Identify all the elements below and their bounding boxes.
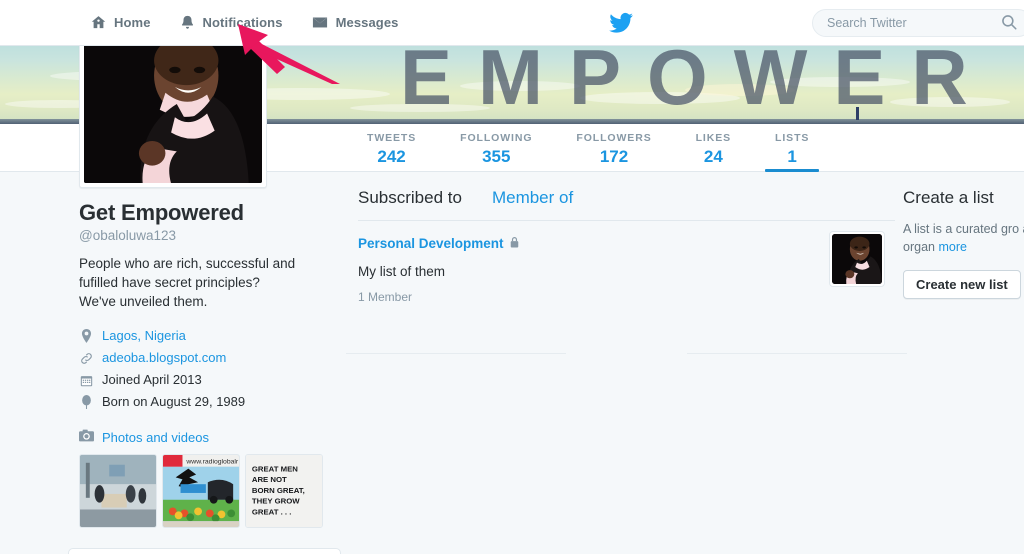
tab-subscribed-to[interactable]: Subscribed to (358, 188, 462, 208)
list-item-title-link[interactable]: Personal Development (358, 236, 520, 251)
stat-followers-label: FOLLOWERS (576, 132, 652, 144)
avatar-image (84, 27, 262, 183)
search-input[interactable] (812, 9, 1024, 37)
stat-likes-label: LIKES (695, 132, 732, 144)
banner-mast-detail (856, 107, 859, 120)
thumbnail-radio-global-billboard[interactable]: www.radioglobalr (162, 454, 240, 528)
nav-item-messages[interactable]: Messages (297, 0, 413, 45)
svg-text:GREAT MEN: GREAT MEN (252, 465, 298, 474)
banner-overlay-text: EMPOWER (400, 46, 994, 121)
divider-line-left (346, 353, 566, 354)
primary-nav: Home Notifications Messages (76, 0, 413, 45)
profile-birthday-text: Born on August 29, 1989 (102, 394, 246, 409)
stat-tweets-label: TWEETS (367, 132, 417, 144)
avatar[interactable] (79, 22, 267, 188)
svg-text:THEY GROW: THEY GROW (252, 497, 300, 506)
stat-tweets-value: 242 (377, 147, 406, 166)
twitter-profile-page: Home Notifications Messages Search Twitt… (0, 0, 1024, 554)
create-new-list-button[interactable]: Create new list (903, 270, 1021, 299)
home-icon (90, 14, 107, 31)
tab-member-of[interactable]: Member of (492, 188, 573, 208)
profile-birthday: Born on August 29, 1989 (79, 391, 341, 413)
stat-following[interactable]: FOLLOWING 355 (438, 124, 554, 172)
twitter-bird-divider-icon (612, 341, 641, 365)
location-pin-icon (79, 329, 94, 344)
list-item-avatar[interactable] (829, 231, 885, 287)
stat-likes[interactable]: LIKES 24 (674, 124, 753, 172)
envelope-icon (311, 14, 329, 31)
camera-icon (79, 429, 94, 445)
svg-text:ARE NOT: ARE NOT (252, 475, 287, 484)
profile-sidebar: Get Empowered @obaloluwa123 People who a… (79, 200, 341, 528)
profile-bio: People who are rich, successful and fufi… (79, 256, 296, 309)
create-list-description: A list is a curated gro a great way to o… (903, 220, 1024, 256)
profile-website[interactable]: adeoba.blogspot.com (79, 347, 341, 369)
stat-following-value: 355 (482, 147, 511, 166)
top-navigation-bar: Home Notifications Messages Search Twitt… (0, 0, 1024, 46)
create-list-sidebar: Create a list A list is a curated gro a … (903, 188, 1024, 299)
list-item-avatar-image (832, 234, 882, 284)
stat-following-label: FOLLOWING (460, 132, 533, 144)
nav-item-notifications-label: Notifications (202, 15, 283, 30)
list-item-description: My list of them (358, 264, 446, 279)
photos-and-videos-link[interactable]: Photos and videos (79, 429, 341, 445)
profile-joined-date-text: Joined April 2013 (102, 372, 202, 387)
nav-item-notifications[interactable]: Notifications (165, 0, 297, 45)
stat-followers-value: 172 (599, 147, 629, 166)
lists-main-column: Subscribed to Member of Personal Develop… (346, 188, 907, 370)
balloon-icon (79, 395, 94, 410)
thumbnail-quote-card[interactable]: GREAT MEN ARE NOT BORN GREAT, THEY GROW … (245, 454, 323, 528)
nav-item-home[interactable]: Home (76, 0, 165, 45)
lock-icon (509, 236, 520, 251)
profile-screenname: @obaloluwa123 (79, 228, 177, 243)
svg-text:www.radioglobalr: www.radioglobalr (185, 459, 239, 466)
lists-bird-divider (346, 336, 907, 370)
profile-stats: TWEETS 242 FOLLOWING 355 FOLLOWERS 172 L… (345, 124, 831, 172)
lists-tab-bar: Subscribed to Member of (358, 188, 895, 220)
twitter-bird-logo[interactable] (608, 10, 634, 36)
svg-text:BORN GREAT,: BORN GREAT, (252, 486, 305, 495)
stat-lists[interactable]: LISTS 1 (753, 124, 831, 172)
nav-item-home-label: Home (114, 15, 151, 30)
list-item-member-count: 1 Member (358, 290, 413, 304)
list-item: Personal Development My list of them 1 M… (358, 221, 895, 322)
bell-icon (179, 14, 196, 31)
profile-website-text[interactable]: adeoba.blogspot.com (102, 347, 226, 369)
create-list-title: Create a list (903, 188, 994, 207)
profile-meta-list: Lagos, Nigeria adeoba.blogspot.com Joine… (79, 325, 341, 413)
create-list-more-link[interactable]: more (938, 240, 966, 254)
link-icon (79, 351, 94, 366)
profile-location[interactable]: Lagos, Nigeria (79, 325, 341, 347)
profile-location-text[interactable]: Lagos, Nigeria (102, 325, 186, 347)
photos-and-videos-label[interactable]: Photos and videos (102, 430, 209, 445)
nav-item-messages-label: Messages (335, 15, 399, 30)
sidebar-next-card (68, 548, 341, 554)
profile-fullname: Get Empowered (79, 200, 244, 225)
photo-thumbnail-grid: www.radioglobalr GREAT MEN ARE NOT BORN … (79, 454, 341, 528)
stat-tweets[interactable]: TWEETS 242 (345, 124, 438, 172)
stat-lists-label: LISTS (775, 132, 810, 144)
profile-joined-date: Joined April 2013 (79, 369, 341, 391)
stat-lists-value: 1 (787, 147, 797, 166)
thumbnail-event-stage[interactable] (79, 454, 157, 528)
list-item-title-text: Personal Development (358, 236, 504, 251)
stat-followers[interactable]: FOLLOWERS 172 (554, 124, 673, 172)
divider-line-right (687, 353, 907, 354)
stat-likes-value: 24 (703, 147, 723, 166)
svg-text:GREAT . . .: GREAT . . . (252, 507, 292, 516)
search-container (812, 9, 1024, 37)
search-icon[interactable] (1000, 13, 1020, 33)
calendar-icon (79, 373, 94, 388)
